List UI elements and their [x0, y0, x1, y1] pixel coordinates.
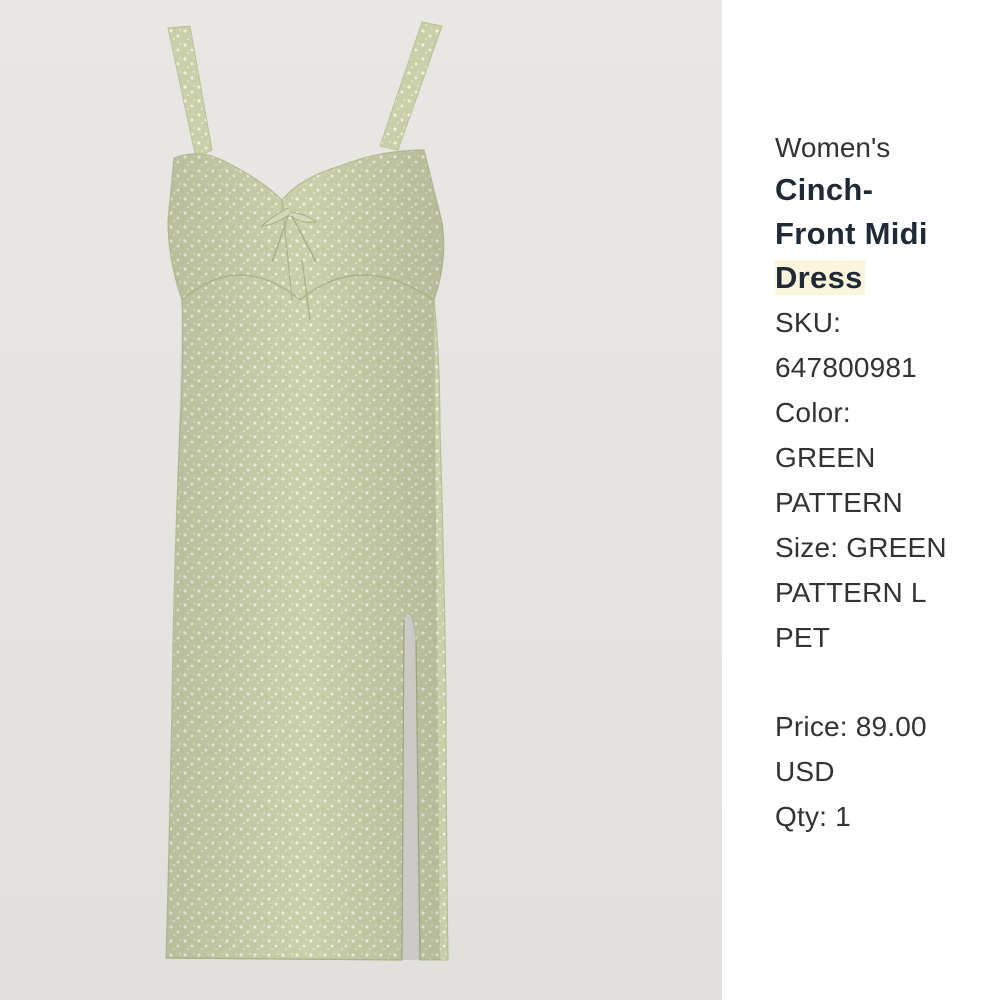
sku-label: SKU: — [775, 307, 842, 338]
price-line-1: Price: 89.00 — [775, 711, 927, 742]
details-spacer — [775, 660, 985, 704]
product-title-highlight: Dress — [775, 260, 865, 295]
price-line-2: USD — [775, 756, 835, 787]
color-label: Color: — [775, 397, 851, 428]
product-details: Women's Cinch- Front Midi Dress SKU: 647… — [775, 128, 985, 839]
product-title-line-1: Cinch- — [775, 172, 874, 207]
product-image[interactable] — [0, 0, 722, 1000]
size-line-2: PATTERN L — [775, 577, 927, 608]
product-title-line-2: Front Midi — [775, 216, 928, 251]
dress-illustration — [165, 21, 449, 961]
size-line-1: Size: GREEN — [775, 532, 947, 563]
quantity: Qty: 1 — [775, 801, 851, 832]
color-value-line-1: GREEN — [775, 442, 876, 473]
size-line-3: PET — [775, 622, 831, 653]
product-title-line-3: Dress — [775, 256, 985, 300]
sku-value: 647800981 — [775, 352, 917, 383]
product-page: Women's Cinch- Front Midi Dress SKU: 647… — [0, 0, 1000, 1000]
color-value-line-2: PATTERN — [775, 487, 903, 518]
product-gender: Women's — [775, 132, 891, 163]
